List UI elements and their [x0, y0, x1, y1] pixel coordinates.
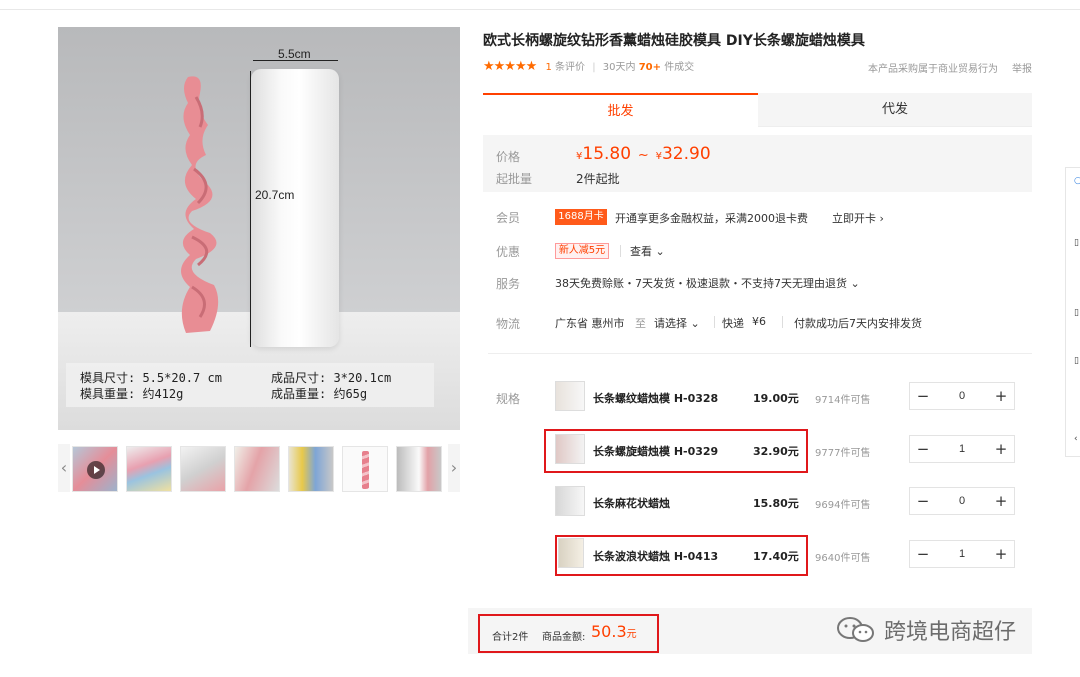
promo-label: 优惠 — [496, 245, 521, 259]
quantity-input[interactable] — [936, 488, 988, 514]
new-user-coupon-badge[interactable]: 新人减5元 — [555, 243, 609, 259]
highlight-frame — [544, 429, 808, 473]
sku-price: 19.00元 — [753, 392, 799, 405]
thumbnail-strip: ‹ › — [58, 444, 460, 492]
height-dimension-label: 20.7cm — [255, 188, 295, 202]
mold-size-text: 模具尺寸: 5.5*20.7 cm — [80, 371, 222, 385]
watermark-text: 跨境电商超仔 — [884, 620, 1017, 645]
report-link[interactable]: 举报 — [1012, 60, 1032, 75]
rating-stars-icon: ★★★★★ — [483, 59, 537, 74]
promo-separator — [620, 245, 621, 257]
member-text: 开通享更多金融权益，采满2000退卡费 — [615, 212, 808, 225]
sku-stock: 9640件可售 — [815, 553, 871, 564]
play-icon — [87, 461, 105, 479]
trade-notice: 本产品采购属于商业贸易行为 — [868, 64, 998, 75]
side-item-2-icon[interactable]: ▯ — [1074, 238, 1079, 248]
product-title: 欧式长柄螺旋纹钻形香薰蜡烛硅胶模具 DIY长条螺旋蜡烛模具 — [483, 33, 865, 49]
thumbnail-5[interactable] — [288, 446, 334, 492]
express-label: 快递 — [722, 317, 744, 330]
spec-label: 规格 — [496, 392, 521, 406]
thumbnail-prev-button[interactable]: ‹ — [58, 444, 70, 492]
product-size-text: 成品尺寸: 3*20.1cm — [271, 371, 392, 385]
member-label: 会员 — [496, 211, 521, 225]
price-low: 15.80 — [582, 144, 632, 164]
ship-to-label: 至 — [635, 317, 646, 330]
side-item-4-icon[interactable]: ▯ — [1074, 356, 1079, 366]
ship-time: 付款成功后7天内安排发货 — [794, 317, 922, 330]
increase-button[interactable]: + — [990, 383, 1012, 409]
top-divider — [0, 0, 1080, 10]
sku-thumbnail[interactable] — [555, 486, 585, 516]
review-count[interactable]: 1 — [545, 62, 551, 73]
thumbnail-3[interactable] — [180, 446, 226, 492]
height-dimension-line — [250, 71, 251, 347]
review-label: 条评价 — [555, 62, 586, 73]
thumbnail-4[interactable] — [234, 446, 280, 492]
mold-weight-text: 模具重量: 约412g — [80, 387, 184, 401]
main-product-image[interactable]: 5.5cm 20.7cm 模具尺寸: 5.5*20.7 cm 成品尺寸: 3*2… — [58, 27, 460, 430]
increase-button[interactable]: + — [990, 488, 1012, 514]
quantity-input[interactable] — [936, 383, 988, 409]
sku-name: 长条螺纹蜡烛模 H-0328 — [593, 392, 719, 405]
sku-stock: 9714件可售 — [815, 395, 871, 406]
destination-select[interactable]: 请选择 ⌄ — [654, 315, 700, 331]
highlight-frame — [478, 614, 659, 653]
logistics-label: 物流 — [496, 317, 521, 331]
quantity-stepper: − + — [909, 487, 1015, 515]
sales-label: 件成交 — [664, 62, 695, 73]
tab-wholesale[interactable]: 批发 — [483, 93, 758, 127]
white-cylinder-mold — [251, 69, 339, 347]
decrease-button[interactable]: − — [912, 436, 934, 462]
logistics-separator-1 — [714, 316, 715, 328]
product-weight-text: 成品重量: 约65g — [271, 387, 368, 401]
width-dimension-label: 5.5cm — [278, 47, 311, 61]
moq-value: 2件起批 — [576, 172, 620, 186]
shipping-fee: ¥6 — [752, 315, 766, 328]
service-label: 服务 — [496, 277, 521, 291]
price-panel — [483, 135, 1032, 192]
sales-period: 30天内 — [602, 62, 636, 73]
ship-origin: 广东省 惠州市 — [555, 317, 625, 330]
logistics-separator-2 — [782, 316, 783, 328]
thumbnail-2[interactable] — [126, 446, 172, 492]
quantity-stepper: − + — [909, 435, 1015, 463]
rating-row: ★★★★★ 1 条评价 | 30天内 70+ 件成交 — [483, 59, 695, 74]
highlight-frame — [555, 535, 808, 576]
price-label: 价格 — [496, 150, 521, 164]
thumbnail-video[interactable] — [72, 446, 118, 492]
price-range: ¥15.80 ~ ¥32.90 — [576, 144, 711, 164]
quantity-input[interactable] — [936, 541, 988, 567]
open-card-link[interactable]: 立即开卡 › — [832, 210, 884, 226]
quantity-stepper: − + — [909, 540, 1015, 568]
wechat-logo-icon — [837, 617, 874, 642]
decrease-button[interactable]: − — [912, 383, 934, 409]
sales-count: 70+ — [638, 62, 661, 73]
moq-label: 起批量 — [496, 172, 533, 186]
decrease-button[interactable]: − — [912, 541, 934, 567]
quantity-stepper: − + — [909, 382, 1015, 410]
decrease-button[interactable]: − — [912, 488, 934, 514]
quantity-input[interactable] — [936, 436, 988, 462]
sku-stock: 9777件可售 — [815, 448, 871, 459]
section-divider — [488, 353, 1032, 354]
sku-name: 长条麻花状蜡烛 — [593, 497, 670, 510]
service-text[interactable]: 38天免费赊账・7天发货・极速退款・不支持7天无理由退货 ⌄ — [555, 275, 860, 291]
side-item-3-icon[interactable]: ▯ — [1074, 308, 1079, 318]
side-chat-icon[interactable]: ○ — [1074, 176, 1080, 186]
side-collapse-icon[interactable]: ‹ — [1074, 434, 1078, 444]
tab-dropship[interactable]: 代发 — [758, 93, 1032, 127]
thumbnail-7[interactable] — [396, 446, 442, 492]
sku-thumbnail[interactable] — [555, 381, 585, 411]
pink-spiral-candle — [181, 76, 219, 333]
price-high: 32.90 — [661, 144, 711, 164]
sku-stock: 9694件可售 — [815, 500, 871, 511]
view-promo-link[interactable]: 查看 ⌄ — [630, 243, 665, 259]
increase-button[interactable]: + — [990, 436, 1012, 462]
thumbnail-next-button[interactable]: › — [448, 444, 460, 492]
vip-card-badge: 1688月卡 — [555, 209, 607, 225]
thumbnail-6[interactable] — [342, 446, 388, 492]
side-toolbar[interactable]: ○ ▯ ▯ ▯ ‹ — [1065, 167, 1080, 457]
sku-price: 15.80元 — [753, 497, 799, 510]
increase-button[interactable]: + — [990, 541, 1012, 567]
